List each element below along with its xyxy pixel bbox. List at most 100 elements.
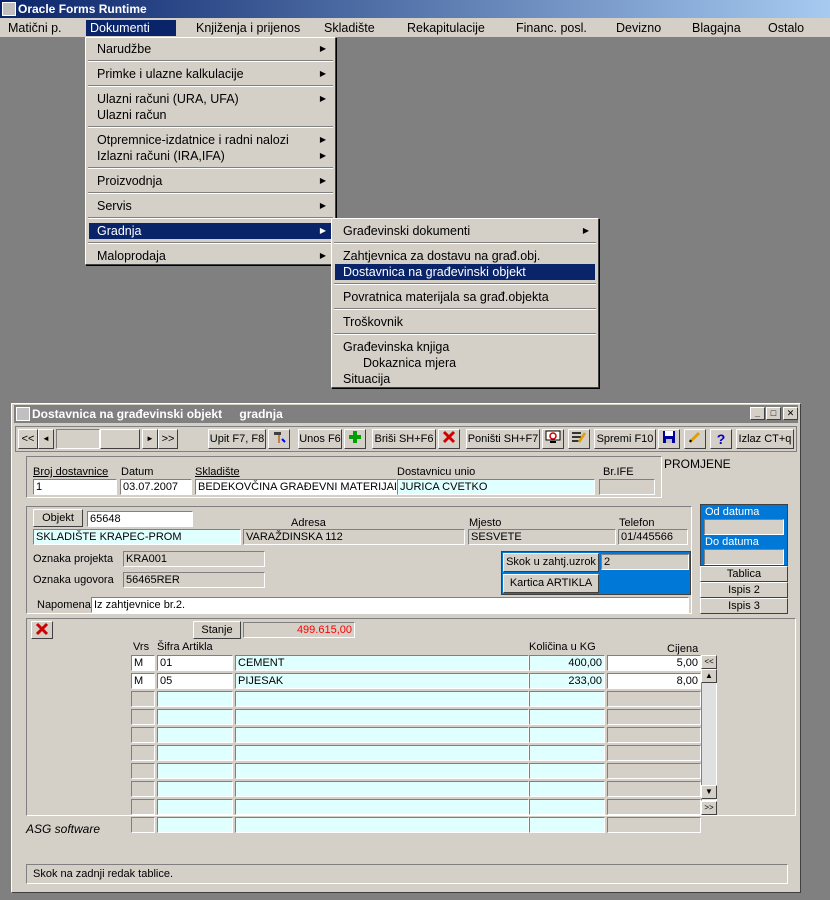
cell-vrs[interactable] [131,799,155,815]
cell-cijena[interactable]: 5,00 [607,655,701,671]
menu-item-dokaznica[interactable]: Dokaznica mjera [335,355,595,371]
objekt-button[interactable]: Objekt [33,509,83,527]
cell-cijena[interactable] [607,817,701,833]
menu-item-maloprodaja[interactable]: Maloprodaja ▶ [89,248,332,264]
cell-vrs[interactable] [131,691,155,707]
menu-item-gradevinska-knjiga[interactable]: Građevinska knjiga [335,339,595,355]
delete-row-icon[interactable] [31,621,53,639]
cell-vrs[interactable] [131,709,155,725]
close-icon[interactable]: ✕ [783,407,798,420]
menu-item-situacija[interactable]: Situacija [335,371,595,387]
maximize-icon[interactable]: □ [766,407,781,420]
menu-skladiste[interactable]: Skladište [320,20,379,36]
next-record-button[interactable]: ► [142,429,158,449]
cell-cijena[interactable] [607,763,701,779]
mjesto-field[interactable]: SESVETE [468,529,616,545]
broj-field[interactable]: 1 [33,479,117,495]
cell-cijena[interactable] [607,727,701,743]
menu-item-otpremnice[interactable]: Otpremnice-izdatnice i radni nalozi ▶ [89,132,332,148]
cell-sifra[interactable]: 01 [157,655,233,671]
cell-vrs[interactable]: M [131,655,155,671]
cell-kolicina[interactable] [529,745,605,761]
brife-field[interactable] [599,479,655,495]
cell-kolicina[interactable]: 400,00 [529,655,605,671]
cancel-search-icon[interactable] [542,429,564,449]
menu-item-gradevinski-dokumenti[interactable]: Građevinski dokumenti ▶ [335,223,595,239]
cell-naziv[interactable]: CEMENT [235,655,529,671]
cell-cijena[interactable] [607,745,701,761]
exit-button[interactable]: Izlaz CT+q [736,429,794,449]
cell-sifra[interactable] [157,709,233,725]
cell-naziv[interactable] [235,763,529,779]
scroll-down-arrow-icon[interactable]: ▼ [701,785,717,799]
objekt-naziv-field[interactable]: SKLADIŠTE KRAPEC-PROM [33,529,241,545]
cell-sifra[interactable] [157,781,233,797]
menu-ostalo[interactable]: Ostalo [764,20,808,36]
scroll-top-button[interactable]: << [701,655,717,669]
edit-list-icon[interactable] [568,429,590,449]
delete-x-icon[interactable] [438,429,460,449]
prev-record-button[interactable]: ◄ [38,429,54,449]
menu-item-narudzbe[interactable]: Narudžbe ▶ [89,41,332,57]
menu-item-ulazni-racun[interactable]: Ulazni račun [89,107,332,123]
query-button[interactable]: Upit F7, F8 [208,429,266,449]
tablica-button[interactable]: Tablica [700,566,788,582]
insert-button[interactable]: Unos F6 [298,429,342,449]
cell-naziv[interactable] [235,799,529,815]
datum-field[interactable]: 03.07.2007 [120,479,192,495]
cell-naziv[interactable] [235,745,529,761]
cell-kolicina[interactable] [529,817,605,833]
cell-sifra[interactable] [157,817,233,833]
help-icon[interactable]: ? [710,429,732,449]
cell-vrs[interactable] [131,763,155,779]
cell-kolicina[interactable] [529,709,605,725]
cell-kolicina[interactable] [529,781,605,797]
cell-naziv[interactable] [235,691,529,707]
menu-blagajna[interactable]: Blagajna [688,20,745,36]
cell-cijena[interactable] [607,799,701,815]
cell-kolicina[interactable] [529,727,605,743]
query-hammer-icon[interactable] [268,429,290,449]
menu-knjizenja[interactable]: Knjiženja i prijenos [192,20,304,36]
cell-kolicina[interactable] [529,691,605,707]
menu-item-gradnja[interactable]: Gradnja ▶ [89,223,332,239]
adresa-field[interactable]: VARAŽDINSKA 112 [243,529,465,545]
cell-naziv[interactable] [235,817,529,833]
cell-cijena[interactable] [607,709,701,725]
ugovor-field[interactable]: 56465RER [123,572,265,588]
menu-item-primke[interactable]: Primke i ulazne kalkulacije ▶ [89,66,332,82]
cell-kolicina[interactable] [529,799,605,815]
cell-vrs[interactable] [131,781,155,797]
objekt-code-field[interactable]: 65648 [87,511,193,527]
save-floppy-icon[interactable] [658,429,680,449]
cell-cijena[interactable]: 8,00 [607,673,701,689]
kartica-artikla-button[interactable]: Kartica ARTIKLA [503,574,599,593]
items-scrollbar[interactable] [701,669,717,801]
cell-naziv[interactable] [235,781,529,797]
menu-financ[interactable]: Financ. posl. [512,20,591,36]
record-scroll-track[interactable] [56,429,100,449]
cell-cijena[interactable] [607,691,701,707]
cell-naziv[interactable] [235,727,529,743]
cell-vrs[interactable] [131,817,155,833]
cell-naziv[interactable] [235,709,529,725]
cell-naziv[interactable]: PIJESAK [235,673,529,689]
scroll-up-arrow-icon[interactable]: ▲ [701,669,717,683]
menu-item-proizvodnja[interactable]: Proizvodnja ▶ [89,173,332,189]
cell-kolicina[interactable]: 233,00 [529,673,605,689]
first-record-button[interactable]: << [18,429,38,449]
cell-vrs[interactable] [131,745,155,761]
scroll-bottom-button[interactable]: >> [701,801,717,815]
menu-devizno[interactable]: Devizno [612,20,665,36]
menu-item-zahtjevnica[interactable]: Zahtjevnica za dostavu na građ.obj. [335,248,595,264]
cell-kolicina[interactable] [529,763,605,779]
cell-cijena[interactable] [607,781,701,797]
cell-vrs[interactable]: M [131,673,155,689]
menu-maticni[interactable]: Matični p. [4,20,66,36]
menu-item-troskovnik[interactable]: Troškovnik [335,314,595,330]
record-scroll-thumb[interactable] [100,429,140,449]
telefon-field[interactable]: 01/445566 [618,529,688,545]
menu-item-ulazni-racuni[interactable]: Ulazni računi (URA, UFA) ▶ [89,91,332,107]
menu-item-izlazni-racuni[interactable]: Izlazni računi (IRA,IFA) ▶ [89,148,332,164]
cell-sifra[interactable] [157,763,233,779]
